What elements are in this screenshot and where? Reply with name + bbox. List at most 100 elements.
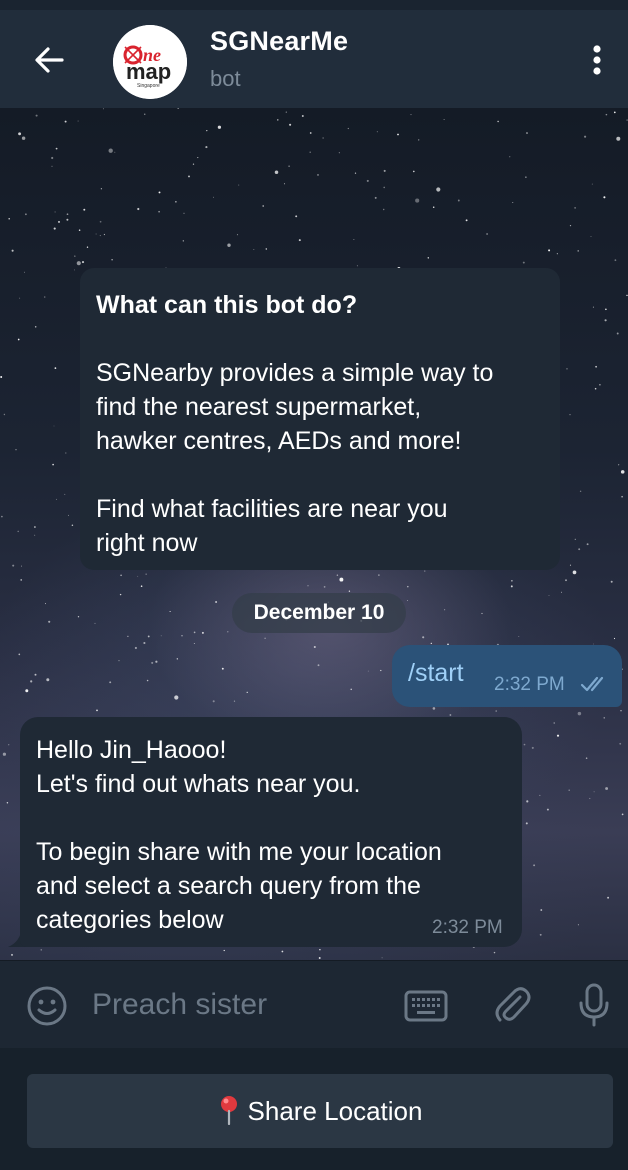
star [350, 688, 352, 691]
star [338, 152, 340, 154]
message-text[interactable]: /start [408, 659, 464, 688]
chat-title[interactable]: SGNearMe [210, 26, 348, 57]
star [233, 700, 236, 702]
back-arrow-icon [35, 47, 64, 73]
star [212, 700, 215, 703]
star [68, 514, 69, 516]
star [12, 564, 15, 567]
star [354, 172, 357, 174]
svg-text:Singapore: Singapore [137, 83, 160, 89]
emoji-button[interactable] [26, 985, 68, 1027]
emoji-icon [27, 986, 67, 1026]
star [34, 534, 36, 536]
star [486, 233, 489, 235]
message-time: 2:32 PM [432, 917, 503, 938]
star [526, 800, 529, 803]
star [381, 957, 383, 959]
star [95, 233, 97, 235]
star [118, 660, 120, 662]
message-line: and select a search query from the [36, 872, 421, 900]
star [432, 206, 435, 208]
star [146, 679, 149, 682]
star [277, 119, 279, 121]
star [586, 543, 589, 546]
star [577, 924, 579, 926]
star [590, 235, 592, 238]
star [40, 949, 42, 951]
star [55, 498, 57, 500]
star [577, 711, 582, 716]
star [127, 635, 129, 638]
star [383, 186, 386, 189]
star [158, 210, 160, 213]
star [221, 667, 224, 670]
star [619, 742, 622, 745]
star [18, 132, 22, 136]
star [176, 658, 178, 660]
star [76, 261, 81, 266]
attach-button[interactable] [492, 983, 532, 1027]
star [30, 680, 33, 683]
star [11, 249, 14, 252]
message-input[interactable] [92, 983, 382, 1027]
back-button[interactable] [26, 40, 74, 80]
incoming-message[interactable]: Hello Jin_Haooo! Let's find out whats ne… [20, 717, 522, 947]
star [24, 271, 25, 273]
share-location-button[interactable]: Share Location [27, 1074, 613, 1148]
star [578, 548, 581, 551]
star [443, 119, 445, 120]
star [77, 120, 79, 122]
star [236, 234, 239, 236]
star [348, 590, 351, 592]
star [96, 709, 98, 712]
star [109, 681, 112, 684]
star [525, 822, 528, 825]
star [618, 464, 620, 466]
star [253, 248, 255, 251]
outgoing-message[interactable]: /start 2:32 PM [392, 645, 622, 707]
star [34, 326, 37, 328]
star [497, 120, 499, 123]
star [66, 213, 69, 216]
bot-reply-keyboard: Share Location [0, 1048, 628, 1170]
star [548, 249, 551, 252]
star [206, 130, 208, 132]
star [509, 156, 511, 158]
message-line: Hello Jin_Haooo! [36, 736, 227, 764]
double-check-icon [580, 676, 604, 692]
star [100, 188, 103, 190]
star [568, 789, 570, 791]
star [140, 585, 143, 587]
star [533, 864, 536, 867]
star [383, 169, 386, 172]
star [560, 591, 563, 593]
star [569, 564, 572, 566]
star [103, 233, 105, 236]
bot-keyboard-toggle[interactable] [404, 989, 448, 1023]
star [201, 631, 204, 634]
star [143, 641, 146, 645]
star [616, 136, 621, 141]
star [212, 196, 215, 198]
star [556, 734, 560, 737]
avatar[interactable]: ne map Singapore [113, 25, 187, 99]
star [616, 332, 619, 335]
star [169, 610, 171, 613]
star [374, 196, 377, 199]
attach-icon [495, 987, 531, 1022]
status-bar [0, 0, 628, 10]
star [565, 579, 567, 582]
voice-button[interactable] [576, 981, 612, 1029]
star [380, 669, 382, 672]
chat-area[interactable]: What can this bot do? SGNearby provides … [0, 108, 628, 960]
star [569, 414, 571, 416]
star [613, 111, 616, 114]
more-options-button[interactable] [582, 40, 612, 80]
star [621, 495, 623, 498]
chat-subtitle: bot [210, 66, 241, 91]
star [410, 114, 412, 116]
intro-line: right now [96, 529, 198, 557]
star [613, 637, 616, 640]
star [65, 452, 67, 454]
star [510, 585, 513, 588]
